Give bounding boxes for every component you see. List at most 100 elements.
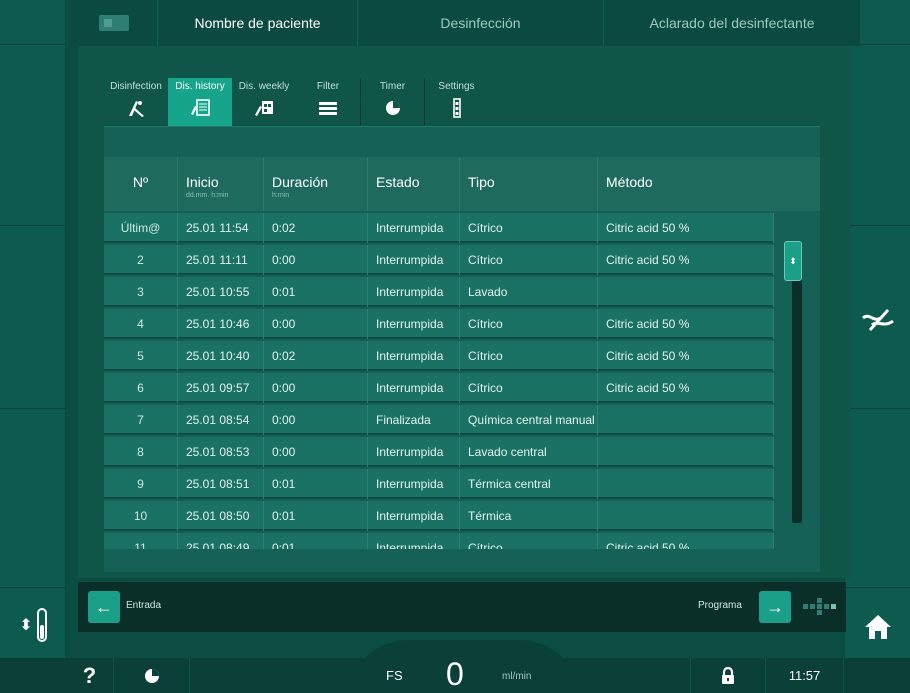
cell-num: 9 — [104, 469, 178, 499]
patient-card-button[interactable] — [70, 0, 158, 46]
subtab-label: Filter — [316, 81, 340, 92]
table-row[interactable]: 6 25.01 09:57 0:00 Interrumpida Cítrico Citri… — [104, 373, 774, 403]
cell-start: 25.01 09:57 — [178, 373, 264, 403]
cell-state: Interrumpida — [368, 213, 460, 243]
table-row[interactable]: 11 25.01 08:49 0:01 Interrumpida Cítrico Citr… — [104, 533, 774, 549]
subtab-label: Settings — [438, 81, 475, 92]
cell-state: Finalizada — [368, 405, 460, 435]
lock-button[interactable] — [690, 658, 766, 693]
table-header: Nº Inicio dd.mm. h:min Duración h:min Es… — [104, 157, 820, 211]
cell-start: 25.01 08:49 — [178, 533, 264, 549]
cell-type: Lavado — [460, 277, 598, 307]
column-header-type: Tipo — [460, 157, 598, 211]
cell-type: Cítrico — [460, 213, 598, 243]
timer-icon — [144, 668, 159, 683]
subtab-label: Disinfection — [110, 81, 162, 92]
cell-duration: 0:01 — [264, 501, 368, 531]
help-button[interactable]: ? — [66, 658, 114, 693]
level-adjust-button[interactable]: ⬍ — [8, 600, 58, 650]
table-row[interactable]: 7 25.01 08:54 0:00 Finalizada Química centra… — [104, 405, 774, 435]
table-row[interactable]: 8 25.01 08:53 0:00 Interrumpida Lavado centr… — [104, 437, 774, 467]
tab-timer[interactable]: Timer — [360, 78, 424, 126]
help-icon: ? — [82, 662, 97, 688]
forward-button[interactable]: → — [759, 591, 791, 623]
cell-start: 25.01 08:54 — [178, 405, 264, 435]
scrollbar-thumb[interactable]: ⬍ — [784, 241, 802, 281]
header-label: Nº — [132, 174, 149, 190]
bypass-button[interactable] — [851, 300, 905, 340]
cell-start: 25.01 11:11 — [178, 245, 264, 275]
header-label: Inicio — [186, 174, 219, 190]
cell-type: Térmica central — [460, 469, 598, 499]
rail-divider — [845, 408, 910, 409]
table-row[interactable]: 5 25.01 10:40 0:02 Interrumpida Cítrico Citri… — [104, 341, 774, 371]
timer-status-button[interactable] — [114, 658, 190, 693]
tab-filter[interactable]: Filter — [296, 78, 360, 126]
cell-state: Interrumpida — [368, 437, 460, 467]
scrollbar-track[interactable] — [792, 243, 802, 523]
cell-start: 25.01 11:54 — [178, 213, 264, 243]
subtab-label: Timer — [379, 81, 406, 92]
cell-type: Lavado central — [460, 437, 598, 467]
tab-settings[interactable]: Settings — [424, 78, 488, 126]
cell-num: 11 — [104, 533, 178, 549]
cell-method: Citric acid 50 % — [598, 373, 774, 403]
table-row[interactable]: 2 25.01 11:11 0:00 Interrumpida Cítrico Citri… — [104, 245, 774, 275]
table-row[interactable]: 3 25.01 10:55 0:01 Interrumpida Lavado — [104, 277, 774, 307]
tab-disinfectant-rinse[interactable]: Aclarado del desinfectante — [604, 0, 860, 46]
subtab-label: Dis. history — [175, 81, 225, 92]
cell-method: Citric acid 50 % — [598, 213, 774, 243]
table-body: Últim@ 25.01 11:54 0:02 Interrumpida Cítrico… — [104, 213, 774, 549]
home-button[interactable] — [851, 604, 905, 650]
cell-num: 4 — [104, 309, 178, 339]
cell-state: Interrumpida — [368, 309, 460, 339]
cell-type: Cítrico — [460, 245, 598, 275]
header-unit: h:min — [272, 192, 290, 199]
cell-state: Interrumpida — [368, 341, 460, 371]
status-spacer — [190, 658, 350, 693]
cell-method — [598, 405, 774, 435]
cell-start: 25.01 10:40 — [178, 341, 264, 371]
column-header-start: Inicio dd.mm. h:min — [178, 157, 264, 211]
cell-duration: 0:02 — [264, 341, 368, 371]
tab-dis-history[interactable]: Dis. history — [168, 78, 232, 126]
rail-divider — [845, 225, 910, 226]
cell-start: 25.01 08:51 — [178, 469, 264, 499]
header-unit: dd.mm. h:min — [186, 192, 229, 199]
tab-dis-weekly[interactable]: Dis. weekly — [232, 78, 296, 126]
column-header-method: Método — [598, 157, 820, 211]
arrow-right-icon: → — [766, 596, 784, 617]
left-rail: ⬍ — [0, 0, 66, 693]
table-row[interactable]: 9 25.01 08:51 0:01 Interrumpida Térmica cent… — [104, 469, 774, 499]
cell-num: 2 — [104, 245, 178, 275]
cell-duration: 0:00 — [264, 437, 368, 467]
tab-disinfection[interactable]: Desinfección — [358, 0, 604, 46]
header-label: Tipo — [468, 174, 495, 190]
cell-num: 5 — [104, 341, 178, 371]
tab-disinfection-sub[interactable]: Disinfection — [104, 78, 168, 126]
cell-method — [598, 469, 774, 499]
cell-duration: 0:01 — [264, 469, 368, 499]
mode-label: FS — [386, 668, 403, 683]
clock: 11:57 — [766, 658, 844, 693]
cell-num: 8 — [104, 437, 178, 467]
table-row[interactable]: Últim@ 25.01 11:54 0:02 Interrumpida Cítrico… — [104, 213, 774, 243]
table-row[interactable]: 10 25.01 08:50 0:01 Interrumpida Térmica — [104, 501, 774, 531]
rail-divider — [0, 225, 65, 226]
home-icon — [865, 615, 891, 639]
column-header-num: Nº — [104, 157, 178, 211]
table-row[interactable]: 4 25.01 10:46 0:00 Interrumpida Cítrico Citri… — [104, 309, 774, 339]
cell-num: Últim@ — [104, 213, 178, 243]
top-tab-bar: Nombre de paciente Desinfección Aclarado… — [70, 0, 860, 46]
patient-card-icon — [98, 15, 129, 31]
cell-method: Citric acid 50 % — [598, 309, 774, 339]
cell-state: Interrumpida — [368, 469, 460, 499]
up-down-arrow-icon: ⬍ — [19, 617, 33, 634]
cell-type: Química central manual — [460, 405, 598, 435]
rail-divider — [0, 587, 65, 588]
up-down-arrow-icon: ⬍ — [789, 255, 797, 266]
tab-patient-name[interactable]: Nombre de paciente — [158, 0, 358, 46]
cell-num: 3 — [104, 277, 178, 307]
back-button[interactable]: ← — [88, 591, 120, 623]
flow-value: 0 — [446, 656, 464, 692]
